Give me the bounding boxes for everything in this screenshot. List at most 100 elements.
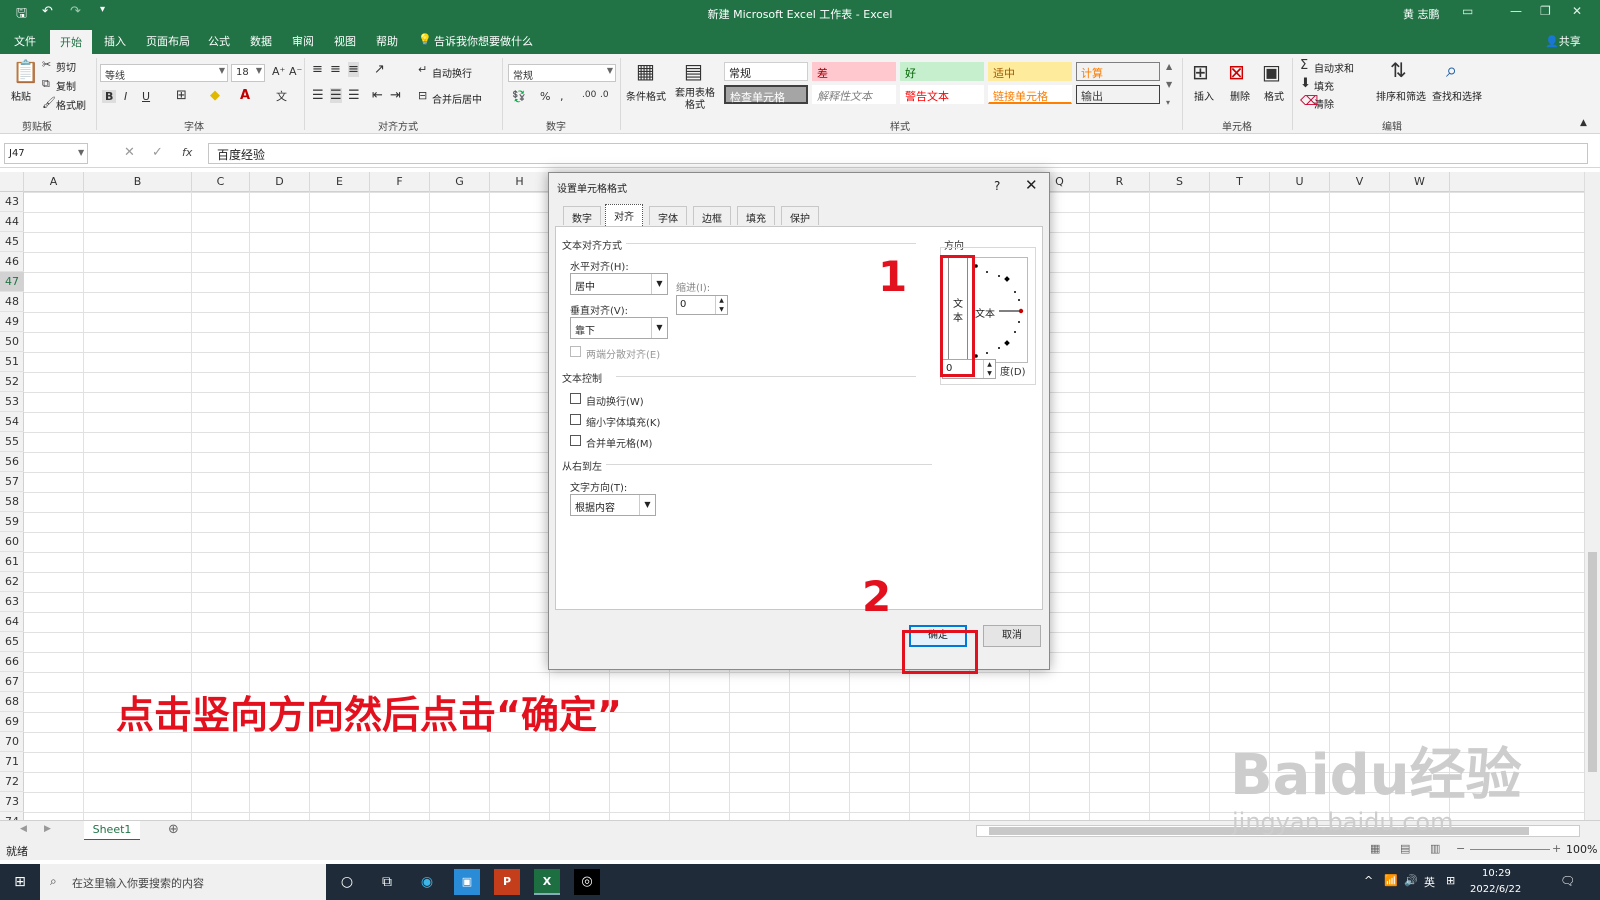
enter-icon[interactable]: ✓ [152, 145, 163, 160]
fill-color-icon[interactable]: ◆ [210, 88, 220, 103]
tab-number[interactable]: 数字 [563, 206, 601, 225]
store-icon[interactable]: ▣ [454, 869, 480, 895]
insert-function-button[interactable]: fx [182, 146, 192, 159]
formula-input[interactable]: 百度经验 [208, 143, 1588, 164]
row-header-72[interactable]: 72 [0, 772, 24, 792]
cut-button[interactable]: 剪切 [56, 59, 76, 74]
currency-icon[interactable]: 💱 [512, 90, 526, 103]
scroll-down-icon[interactable]: ▼ [1166, 80, 1172, 89]
align-left-icon[interactable]: ☰ [312, 88, 324, 103]
row-header-67[interactable]: 67 [0, 672, 24, 692]
style-warning[interactable]: 警告文本 [900, 85, 984, 104]
row-header-54[interactable]: 54 [0, 412, 24, 432]
tab-insert[interactable]: 插入 [104, 33, 126, 49]
conditional-format-icon[interactable]: ▦ [636, 59, 655, 83]
row-header-68[interactable]: 68 [0, 692, 24, 712]
format-cells-button[interactable]: 格式 [1264, 88, 1284, 103]
powerpoint-icon[interactable]: P [494, 869, 520, 895]
row-header-48[interactable]: 48 [0, 292, 24, 312]
style-good[interactable]: 好 [900, 62, 984, 81]
sort-filter-button[interactable]: 排序和筛选 [1376, 88, 1426, 103]
column-header-f[interactable]: F [370, 172, 430, 192]
scroll-up-icon[interactable]: ▲ [1166, 62, 1172, 71]
row-header-61[interactable]: 61 [0, 552, 24, 572]
row-header-53[interactable]: 53 [0, 392, 24, 412]
shrink-to-fit-checkbox[interactable] [570, 414, 581, 425]
collapse-ribbon-icon[interactable]: ▲ [1580, 118, 1587, 128]
row-header-43[interactable]: 43 [0, 192, 24, 212]
obs-icon[interactable]: ◎ [574, 869, 600, 895]
row-header-50[interactable]: 50 [0, 332, 24, 352]
row-header-46[interactable]: 46 [0, 252, 24, 272]
tell-me-search[interactable]: 告诉我你想要做什么 [434, 33, 533, 49]
task-view-icon[interactable]: ⧉ [374, 869, 400, 895]
orientation-dial[interactable]: 文本 [972, 257, 1028, 363]
format-painter-button[interactable]: 格式刷 [56, 97, 86, 112]
align-center-icon[interactable]: ☰ [330, 88, 342, 103]
close-icon[interactable]: ✕ [1025, 176, 1038, 194]
delete-cells-icon[interactable]: ⊠ [1228, 60, 1245, 84]
column-header-b[interactable]: B [84, 172, 192, 192]
column-header-c[interactable]: C [192, 172, 250, 192]
find-select-icon[interactable]: ⌕ [1446, 58, 1457, 82]
merge-cells-checkbox[interactable] [570, 435, 581, 446]
style-calculation[interactable]: 计算 [1076, 62, 1160, 81]
style-bad[interactable]: 差 [812, 62, 896, 81]
comma-icon[interactable]: , [560, 90, 564, 103]
help-button[interactable]: ? [994, 179, 1000, 193]
merge-icon[interactable]: ⊟ [418, 89, 427, 102]
format-cells-icon[interactable]: ▣ [1262, 60, 1281, 84]
increase-decimal-icon[interactable]: .00 [582, 90, 596, 100]
style-explanatory[interactable]: 解释性文本 [812, 85, 896, 104]
style-output[interactable]: 输出 [1076, 85, 1160, 104]
wrap-text-button[interactable]: 自动换行 [432, 65, 472, 80]
column-header-w[interactable]: W [1390, 172, 1450, 192]
row-header-66[interactable]: 66 [0, 652, 24, 672]
page-layout-view-icon[interactable]: ▤ [1400, 842, 1410, 855]
select-all-corner[interactable] [0, 172, 24, 192]
wrap-text-icon[interactable]: ↵ [418, 63, 427, 76]
row-header-65[interactable]: 65 [0, 632, 24, 652]
cortana-icon[interactable]: ○ [334, 869, 360, 895]
insert-cells-icon[interactable]: ⊞ [1192, 60, 1209, 84]
autosum-icon[interactable]: Σ [1300, 58, 1308, 73]
tab-home[interactable]: 开始 [50, 30, 92, 56]
column-header-r[interactable]: R [1090, 172, 1150, 192]
page-break-view-icon[interactable]: ▥ [1430, 842, 1440, 855]
volume-icon[interactable]: 🔊 [1404, 874, 1418, 887]
orientation-icon[interactable]: ↗ [374, 62, 385, 77]
vertical-scrollbar[interactable] [1584, 172, 1600, 820]
tray-chevron-icon[interactable]: ^ [1364, 874, 1373, 887]
text-direction-select[interactable]: 根据内容 ▼ [570, 494, 656, 516]
column-header-e[interactable]: E [310, 172, 370, 192]
style-linked-cell[interactable]: 链接单元格 [988, 85, 1072, 104]
indent-spinner[interactable]: 0 ▲ ▼ [676, 295, 728, 315]
network-icon[interactable]: 📶 [1384, 874, 1398, 887]
underline-button[interactable]: U [142, 90, 150, 103]
cut-icon[interactable]: ✂ [42, 58, 51, 71]
row-header-45[interactable]: 45 [0, 232, 24, 252]
row-header-60[interactable]: 60 [0, 532, 24, 552]
more-styles-icon[interactable]: ▾ [1166, 98, 1170, 107]
style-check-cell[interactable]: 检查单元格 [724, 85, 808, 104]
align-right-icon[interactable]: ☰ [348, 88, 360, 103]
copy-icon[interactable]: ⧉ [42, 77, 50, 91]
chevron-down-icon[interactable]: ▼ [78, 148, 84, 157]
column-header-u[interactable]: U [1270, 172, 1330, 192]
normal-view-icon[interactable]: ▦ [1370, 842, 1380, 855]
tab-fill[interactable]: 填充 [737, 206, 775, 225]
tab-help[interactable]: 帮助 [376, 33, 398, 49]
format-painter-icon[interactable]: 🖌 [42, 96, 56, 109]
add-sheet-icon[interactable]: ⊕ [168, 822, 179, 837]
insert-cells-button[interactable]: 插入 [1194, 88, 1214, 103]
decrease-decimal-icon[interactable]: .0 [600, 90, 609, 100]
copy-button[interactable]: 复制 [56, 78, 76, 93]
ime-icon[interactable]: ⊞ [1446, 874, 1455, 887]
zoom-slider[interactable] [1470, 849, 1550, 850]
row-header-57[interactable]: 57 [0, 472, 24, 492]
tab-formulas[interactable]: 公式 [208, 33, 230, 49]
horizontal-align-select[interactable]: 居中 ▼ [570, 273, 668, 295]
row-header-64[interactable]: 64 [0, 612, 24, 632]
table-format-button[interactable]: 套用表格格式 [672, 88, 718, 112]
tab-view[interactable]: 视图 [334, 33, 356, 49]
